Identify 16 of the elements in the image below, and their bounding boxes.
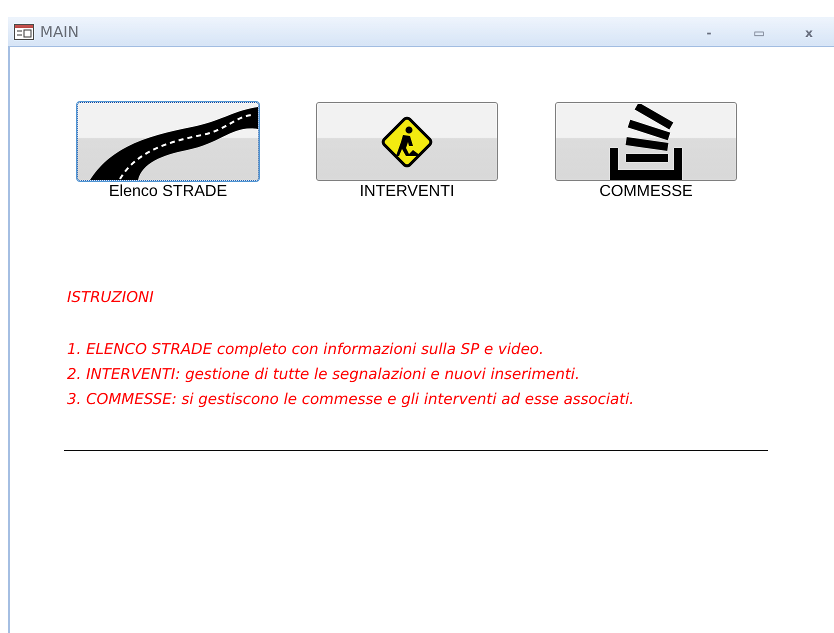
window-title: MAIN	[40, 22, 80, 40]
button-caption: COMMESSE	[599, 183, 693, 201]
minimize-button[interactable]: -	[684, 26, 734, 40]
instruction-line: 1. ELENCO STRADE completo con informazioni sulla SP e video.	[67, 339, 545, 360]
instruction-line: 2. INTERVENTI: gestione di tutte le segnalazioni e nuovi inserimenti.	[67, 364, 581, 385]
maximize-button[interactable]: ▭	[734, 26, 784, 40]
instruction-line: 3. COMMESSE: si gestiscono le commesse e gli interventi ad esse associati.	[67, 389, 636, 410]
road-button[interactable]	[77, 102, 259, 181]
worker-button[interactable]	[316, 102, 498, 181]
stack-icon	[608, 104, 684, 180]
button-caption: INTERVENTI	[360, 183, 454, 201]
close-button[interactable]: x	[784, 26, 834, 40]
form-icon	[14, 24, 34, 40]
button-caption: Elenco STRADE	[108, 183, 228, 201]
instructions-heading: ISTRUZIONI	[67, 287, 155, 308]
stack-button[interactable]	[555, 102, 737, 181]
